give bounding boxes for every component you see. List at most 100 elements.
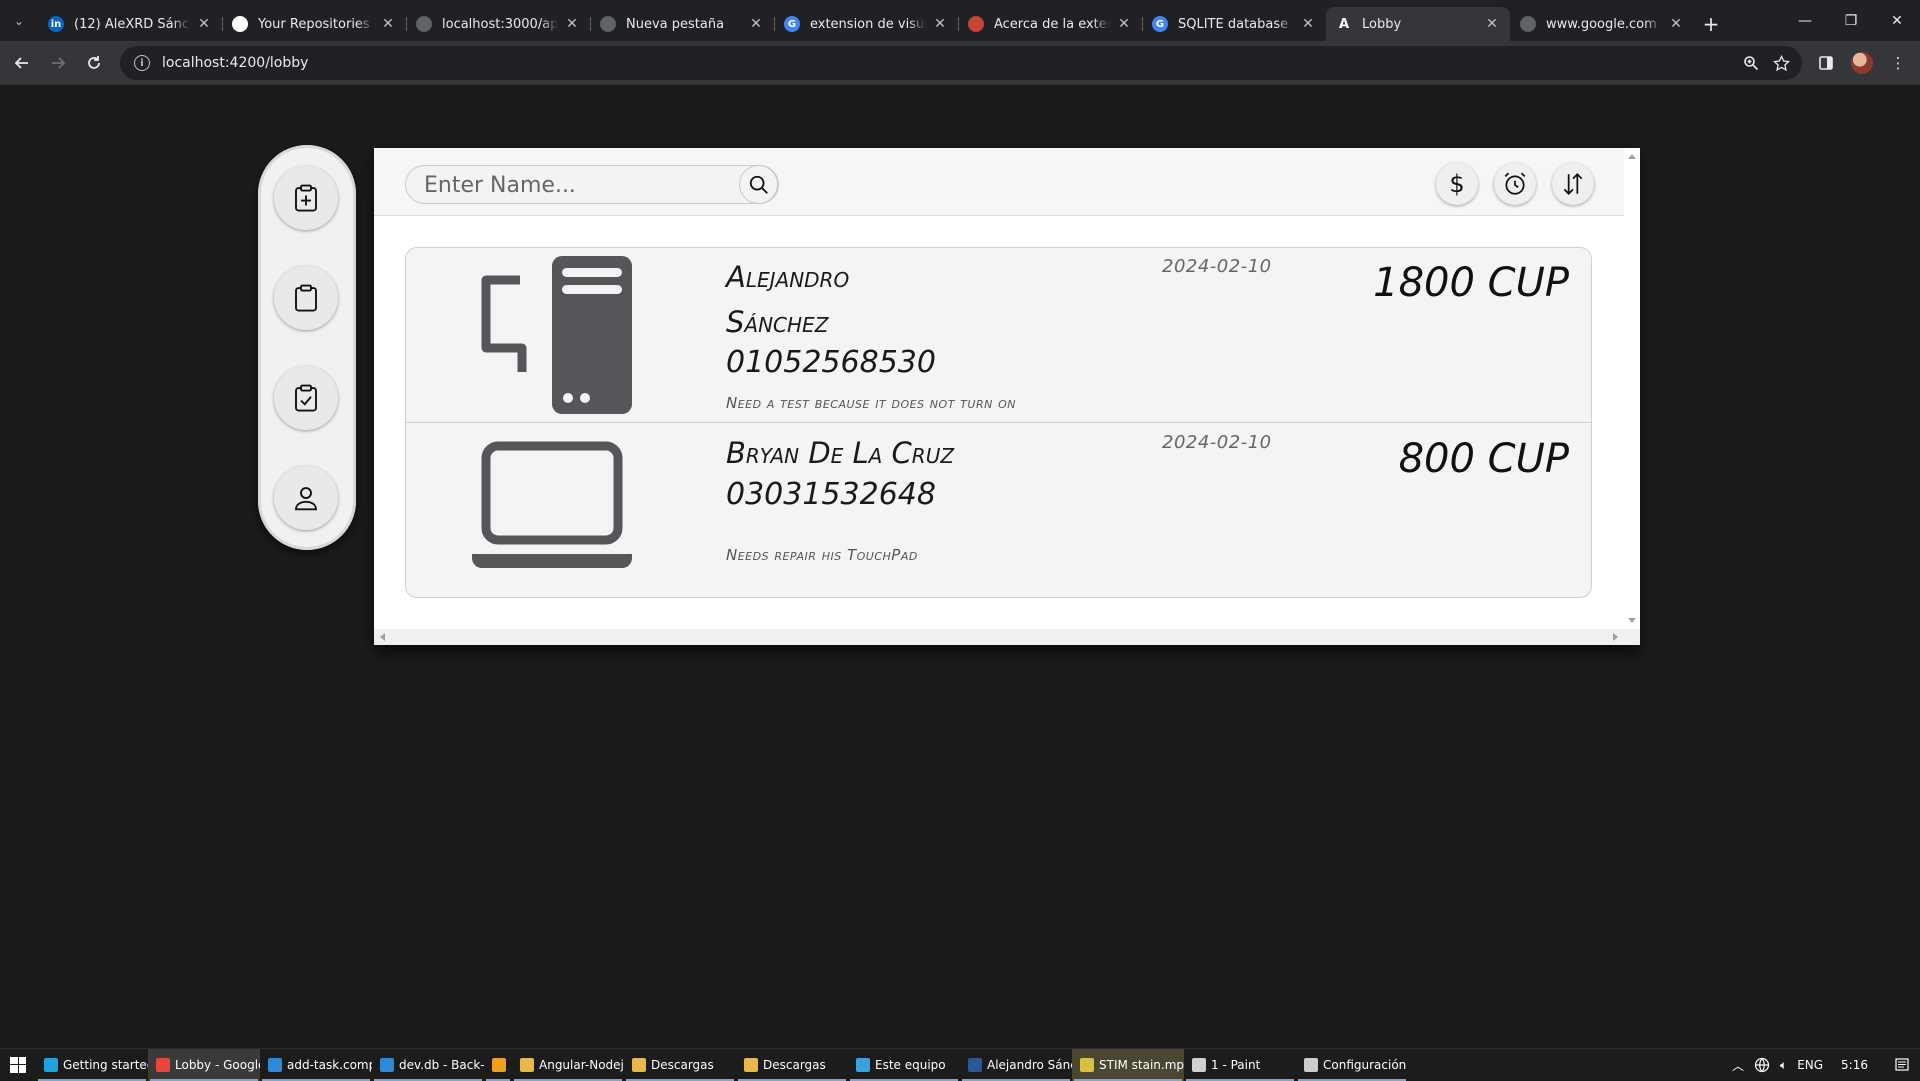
minimize-button[interactable]: — — [1782, 0, 1828, 41]
app-icon — [632, 1057, 646, 1072]
completed-tasks-button[interactable] — [274, 366, 338, 430]
dollar-icon: $ — [1449, 170, 1465, 198]
taskbar-item[interactable]: Lobby - Google C... — [148, 1048, 260, 1081]
app-icon — [1304, 1057, 1318, 1072]
vertical-scrollbar[interactable] — [1624, 148, 1640, 629]
add-task-button[interactable] — [274, 166, 338, 230]
close-tab-icon[interactable]: ✕ — [1300, 16, 1316, 32]
new-tab-button[interactable]: + — [1694, 7, 1728, 41]
taskbar-item[interactable]: Alejandro Sánche... — [960, 1049, 1072, 1081]
tab-title: (12) AleXRD Sánchez — [74, 16, 190, 32]
repair-date: 2024-02-10 — [1162, 256, 1272, 277]
taskbar-item-label: 1 - Paint — [1211, 1057, 1261, 1072]
site-info-icon[interactable]: i — [134, 55, 150, 71]
repair-description: Need a test because it does not turn on — [726, 394, 1016, 412]
menu-kebab-icon[interactable]: ⋮ — [1884, 49, 1912, 77]
taskbar-item[interactable]: Descargas — [624, 1049, 736, 1081]
taskbar-item[interactable]: Getting started wi... — [36, 1049, 148, 1081]
close-tab-icon[interactable]: ✕ — [1116, 16, 1132, 32]
app-icon — [744, 1057, 758, 1072]
browser-tab[interactable]: localhost:3000/api/cli ✕ — [406, 7, 590, 41]
app-icon — [520, 1057, 534, 1072]
tasks-button[interactable] — [274, 266, 338, 330]
browser-tab[interactable]: in (12) AleXRD Sánchez ✕ — [38, 7, 222, 41]
forward-button[interactable] — [40, 45, 76, 81]
tab-search-button[interactable]: ⌄ — [0, 0, 38, 41]
zoom-icon[interactable] — [1743, 55, 1759, 71]
taskbar-item-label: Este equipo — [875, 1057, 946, 1072]
windows-logo-icon — [10, 1056, 26, 1073]
close-tab-icon[interactable]: ✕ — [1484, 16, 1500, 32]
chevron-up-icon[interactable]: ︿ — [1732, 1057, 1744, 1074]
browser-tab[interactable]: Gextension de visual st ✕ — [774, 7, 958, 41]
client-name: Bryan De La Cruz — [726, 436, 955, 470]
back-button[interactable] — [4, 45, 40, 81]
repair-description: Needs repair his TouchPad — [726, 546, 918, 564]
search-box — [405, 165, 780, 205]
url-text: localhost:4200/lobby — [162, 55, 309, 71]
browser-tab[interactable]: Your Repositories ✕ — [222, 7, 406, 41]
repair-card[interactable]: Bryan De La Cruz 03031532648 Needs repai… — [406, 424, 1591, 597]
close-tab-icon[interactable]: ✕ — [748, 16, 764, 32]
client-phone: 01052568530 — [726, 345, 936, 380]
date-filter-button[interactable] — [1494, 163, 1536, 205]
close-tab-icon[interactable]: ✕ — [380, 16, 396, 32]
tab-title: Your Repositories — [258, 16, 370, 32]
tab-title: www.google.com — [1546, 16, 1657, 32]
price-filter-button[interactable]: $ — [1436, 163, 1478, 205]
taskbar-item-label: Descargas — [763, 1057, 826, 1072]
volume-icon[interactable]: 🔈︎ — [1780, 1058, 1787, 1073]
close-tab-icon[interactable]: ✕ — [1668, 16, 1684, 32]
taskbar-item[interactable]: add-task.compon... — [260, 1049, 372, 1081]
start-button[interactable] — [0, 1049, 36, 1081]
repair-card[interactable]: Alejandro Sánchez 01052568530 Need a tes… — [406, 248, 1591, 423]
browser-tab[interactable]: G SQLITE database view ✕ — [1142, 7, 1326, 41]
profile-button[interactable] — [274, 466, 338, 530]
notifications-icon[interactable] — [1894, 1057, 1910, 1073]
close-window-button[interactable]: ✕ — [1874, 0, 1920, 41]
horizontal-scrollbar[interactable] — [374, 629, 1640, 645]
app-icon — [156, 1057, 170, 1072]
profile-avatar[interactable] — [1848, 49, 1876, 77]
bookmark-star-icon[interactable] — [1773, 54, 1790, 72]
taskbar-item-label: add-task.compon... — [287, 1057, 372, 1072]
browser-tab[interactable]: A Lobby ✕ — [1326, 7, 1510, 41]
reload-button[interactable] — [76, 45, 112, 81]
repair-date: 2024-02-10 — [1162, 432, 1272, 453]
taskbar-item[interactable]: Este equipo — [848, 1049, 960, 1081]
close-tab-icon[interactable]: ✕ — [196, 16, 212, 32]
address-bar[interactable]: i localhost:4200/lobby — [120, 46, 1802, 80]
taskbar-item[interactable]: STIM stain.mp4 — [1072, 1048, 1184, 1081]
clock[interactable]: 5:16 — [1841, 1058, 1868, 1072]
sort-button[interactable] — [1552, 163, 1594, 205]
taskbar-item[interactable]: 1 - Paint — [1184, 1049, 1296, 1081]
desktop-computer-icon — [481, 256, 632, 414]
side-panel-icon[interactable] — [1812, 49, 1840, 77]
tab-title: Lobby — [1362, 16, 1402, 32]
tab-title: extension de visual st — [810, 16, 926, 32]
close-tab-icon[interactable]: ✕ — [932, 16, 948, 32]
taskbar-item[interactable] — [484, 1049, 512, 1081]
app-icon — [492, 1057, 506, 1072]
close-tab-icon[interactable]: ✕ — [564, 16, 580, 32]
search-button[interactable] — [739, 165, 778, 204]
app-icon — [44, 1057, 58, 1072]
taskbar-item[interactable]: dev.db - Back-En... — [372, 1049, 484, 1081]
taskbar-item[interactable]: Configuración — [1296, 1049, 1408, 1081]
taskbar-item[interactable]: Angular-Nodejs-... — [512, 1049, 624, 1081]
taskbar-item-label: Angular-Nodejs-... — [539, 1057, 624, 1072]
taskbar-item[interactable]: Descargas — [736, 1049, 848, 1081]
client-name: Alejandro — [726, 260, 850, 294]
clipboard-plus-icon — [295, 184, 317, 212]
browser-tab[interactable]: www.google.com ✕ — [1510, 7, 1694, 41]
search-input[interactable] — [406, 166, 780, 205]
app-icon — [268, 1057, 282, 1072]
language-indicator[interactable]: ENG — [1797, 1058, 1823, 1072]
browser-tab[interactable]: Nueva pestaña ✕ — [590, 7, 774, 41]
globe-icon[interactable] — [1754, 1057, 1770, 1073]
browser-tab[interactable]: Acerca de la extensió ✕ — [958, 7, 1142, 41]
laptop-icon — [472, 441, 632, 568]
windows-taskbar: Getting started wi... Lobby - Google C...… — [0, 1048, 1920, 1081]
restore-button[interactable]: ❐ — [1828, 0, 1874, 41]
sort-arrows-icon — [1563, 173, 1583, 195]
